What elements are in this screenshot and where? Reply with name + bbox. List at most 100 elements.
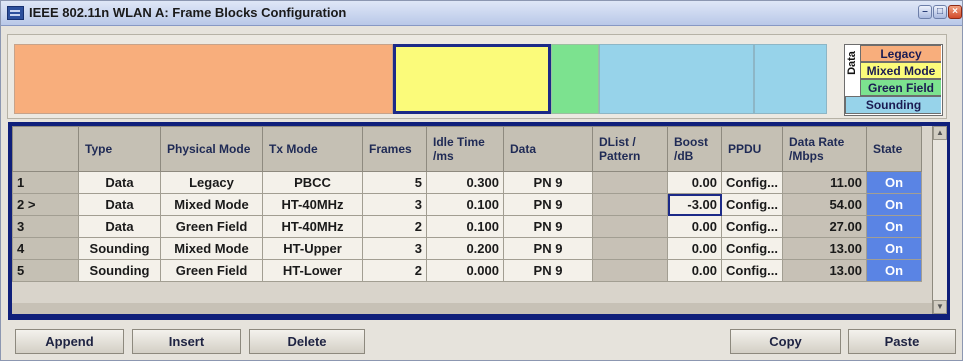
append-button[interactable]: Append	[15, 329, 124, 354]
row-index[interactable]: 4	[12, 237, 79, 260]
cell-data-rate: 11.00	[782, 171, 867, 194]
cell-type[interactable]: Sounding	[78, 259, 161, 282]
table-row[interactable]: 1 Data Legacy PBCC 5 0.300 PN 9 0.00 Con…	[12, 171, 922, 194]
cell-type[interactable]: Sounding	[78, 237, 161, 260]
cell-data-rate: 13.00	[782, 259, 867, 282]
cell-physical-mode[interactable]: Mixed Mode	[160, 237, 263, 260]
header-idle-time: Idle Time /ms	[426, 126, 504, 172]
block-legacy[interactable]	[14, 44, 393, 114]
action-button-bar: Append Insert Delete Copy Paste	[1, 329, 962, 360]
frame-table-panel: Type Physical Mode Tx Mode Frames Idle T…	[8, 122, 950, 320]
frame-blocks-window: IEEE 802.11n WLAN A: Frame Blocks Config…	[0, 0, 963, 361]
block-sounding-2[interactable]	[754, 44, 827, 114]
frame-block-graphic: Data Legacy Mixed Mode Green Field Sound…	[7, 34, 947, 119]
header-frames: Frames	[362, 126, 427, 172]
header-data-rate: Data Rate /Mbps	[782, 126, 867, 172]
cell-tx-mode[interactable]: HT-Upper	[262, 237, 363, 260]
cell-idle-time[interactable]: 0.100	[426, 193, 504, 216]
cell-boost[interactable]: 0.00	[667, 237, 722, 260]
close-icon[interactable]: ×	[948, 5, 962, 19]
table-row[interactable]: 3 Data Green Field HT-40MHz 2 0.100 PN 9…	[12, 215, 922, 238]
cell-data-rate: 54.00	[782, 193, 867, 216]
table-row[interactable]: 4 Sounding Mixed Mode HT-Upper 3 0.200 P…	[12, 237, 922, 260]
header-ppdu: PPDU	[721, 126, 783, 172]
header-physical-mode: Physical Mode	[160, 126, 263, 172]
cell-tx-mode[interactable]: HT-40MHz	[262, 215, 363, 238]
table-vertical-scrollbar[interactable]: ▲ ▼	[932, 126, 947, 314]
cell-state[interactable]: On	[866, 237, 922, 260]
cell-data[interactable]: PN 9	[503, 259, 593, 282]
insert-button[interactable]: Insert	[132, 329, 241, 354]
cell-ppdu-config[interactable]: Config...	[721, 193, 783, 216]
cell-physical-mode[interactable]: Mixed Mode	[160, 193, 263, 216]
cell-state[interactable]: On	[866, 215, 922, 238]
cell-frames[interactable]: 3	[362, 193, 427, 216]
cell-frames[interactable]: 5	[362, 171, 427, 194]
minimize-icon[interactable]: –	[918, 5, 932, 19]
cell-type[interactable]: Data	[78, 193, 161, 216]
title-bar: IEEE 802.11n WLAN A: Frame Blocks Config…	[1, 1, 962, 26]
cell-frames[interactable]: 2	[362, 215, 427, 238]
cell-dlist-pattern	[592, 171, 668, 194]
cell-state[interactable]: On	[866, 193, 922, 216]
row-index[interactable]: 2 >	[12, 193, 79, 216]
paste-button[interactable]: Paste	[848, 329, 956, 354]
header-type: Type	[78, 126, 161, 172]
cell-data[interactable]: PN 9	[503, 215, 593, 238]
cell-type[interactable]: Data	[78, 215, 161, 238]
cell-data[interactable]: PN 9	[503, 193, 593, 216]
cell-physical-mode[interactable]: Legacy	[160, 171, 263, 194]
cell-data-rate: 27.00	[782, 215, 867, 238]
header-index	[12, 126, 79, 172]
legend-item-mixed-mode: Mixed Mode	[860, 62, 941, 79]
cell-frames[interactable]: 3	[362, 237, 427, 260]
scroll-down-icon[interactable]: ▼	[933, 300, 947, 314]
cell-dlist-pattern	[592, 193, 668, 216]
block-green-field[interactable]	[551, 44, 599, 114]
cell-ppdu-config[interactable]: Config...	[721, 171, 783, 194]
cell-state[interactable]: On	[866, 171, 922, 194]
table-row[interactable]: 5 Sounding Green Field HT-Lower 2 0.000 …	[12, 259, 922, 282]
copy-button[interactable]: Copy	[730, 329, 841, 354]
cell-frames[interactable]: 2	[362, 259, 427, 282]
cell-physical-mode[interactable]: Green Field	[160, 259, 263, 282]
cell-physical-mode[interactable]: Green Field	[160, 215, 263, 238]
cell-state[interactable]: On	[866, 259, 922, 282]
cell-data[interactable]: PN 9	[503, 171, 593, 194]
cell-tx-mode[interactable]: HT-40MHz	[262, 193, 363, 216]
delete-button[interactable]: Delete	[249, 329, 365, 354]
cell-idle-time[interactable]: 0.200	[426, 237, 504, 260]
cell-tx-mode[interactable]: PBCC	[262, 171, 363, 194]
cell-boost[interactable]: 0.00	[667, 259, 722, 282]
cell-dlist-pattern	[592, 237, 668, 260]
legend-axis-label: Data	[845, 45, 860, 85]
legend-item-sounding: Sounding	[845, 96, 941, 114]
cell-dlist-pattern	[592, 215, 668, 238]
scroll-up-icon[interactable]: ▲	[933, 126, 947, 140]
table-row[interactable]: 2 > Data Mixed Mode HT-40MHz 3 0.100 PN …	[12, 193, 922, 216]
cell-data[interactable]: PN 9	[503, 237, 593, 260]
cell-boost[interactable]: 0.00	[667, 215, 722, 238]
row-index[interactable]: 3	[12, 215, 79, 238]
cell-ppdu-config[interactable]: Config...	[721, 215, 783, 238]
row-index[interactable]: 1	[12, 171, 79, 194]
cell-boost[interactable]: 0.00	[667, 171, 722, 194]
cell-tx-mode[interactable]: HT-Lower	[262, 259, 363, 282]
legend-item-green-field: Green Field	[860, 79, 941, 96]
table-empty-area	[12, 303, 932, 314]
cell-boost-selected[interactable]: -3.00	[667, 193, 722, 216]
row-index[interactable]: 5	[12, 259, 79, 282]
cell-idle-time[interactable]: 0.100	[426, 215, 504, 238]
block-mixed-mode-selected[interactable]	[393, 44, 551, 114]
maximize-icon[interactable]: □	[933, 5, 947, 19]
block-legend: Data Legacy Mixed Mode Green Field Sound…	[844, 44, 943, 116]
cell-idle-time[interactable]: 0.300	[426, 171, 504, 194]
cell-idle-time[interactable]: 0.000	[426, 259, 504, 282]
window-title: IEEE 802.11n WLAN A: Frame Blocks Config…	[29, 5, 347, 20]
cell-type[interactable]: Data	[78, 171, 161, 194]
frame-table-area: Type Physical Mode Tx Mode Frames Idle T…	[12, 126, 932, 314]
block-sounding-1[interactable]	[599, 44, 754, 114]
header-state: State	[866, 126, 922, 172]
cell-ppdu-config[interactable]: Config...	[721, 237, 783, 260]
cell-ppdu-config[interactable]: Config...	[721, 259, 783, 282]
